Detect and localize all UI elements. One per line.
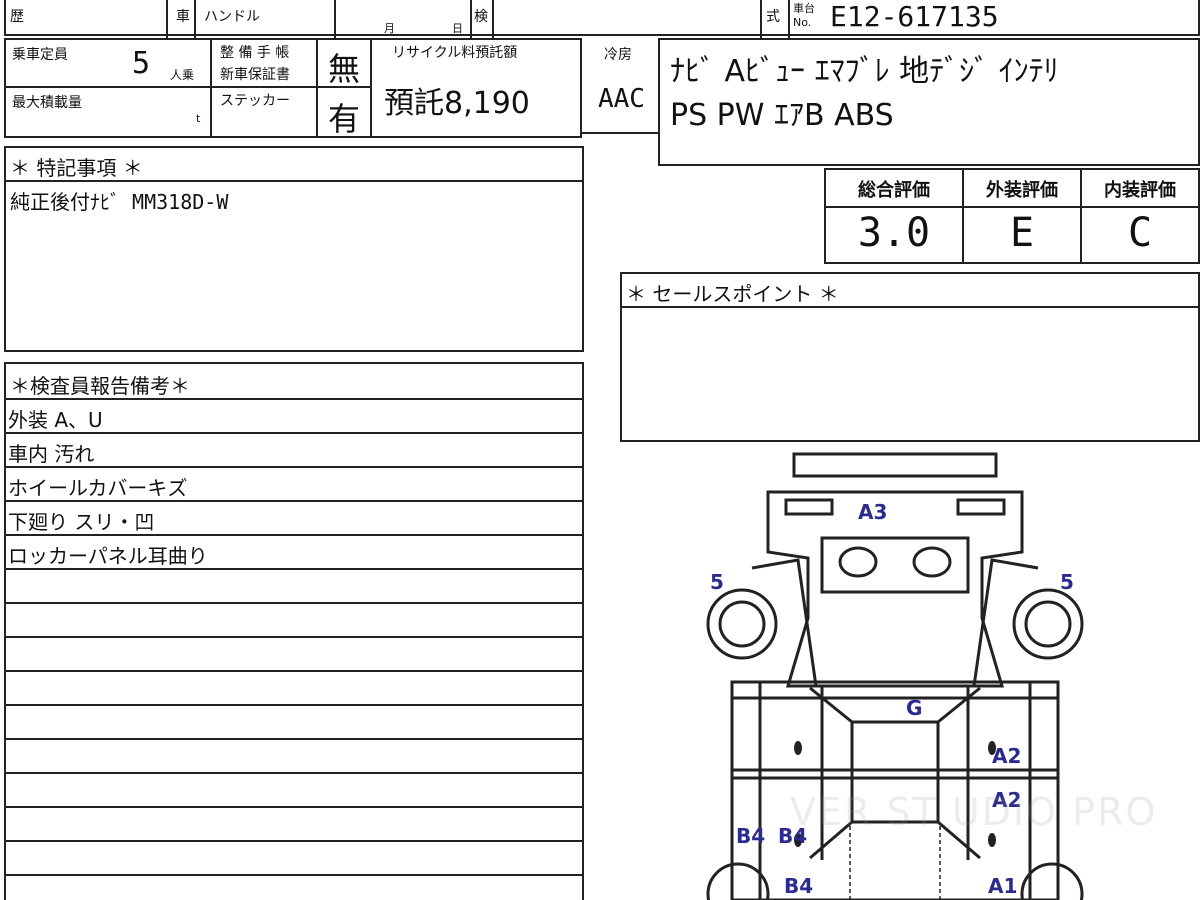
capacity-unit: 人乗	[170, 68, 195, 82]
handle-label: ハンドル	[204, 9, 260, 25]
damage-label-left-5: 5	[710, 570, 724, 594]
damage-label-a3: A3	[858, 500, 888, 524]
exterior-grade-value: E	[1009, 210, 1035, 256]
divider	[4, 86, 316, 88]
exterior-grade-label: 外装評価	[986, 180, 1058, 201]
ruled-line	[4, 738, 584, 740]
ruled-line	[4, 704, 584, 706]
aircon-value: AAC	[598, 84, 645, 114]
interior-grade-label: 内装評価	[1104, 180, 1176, 201]
front-left-wheel	[706, 588, 778, 660]
inspector-report-heading: ＊検査員報告備考＊	[10, 374, 190, 398]
ruled-line	[4, 840, 584, 842]
max-load-label: 最大積載量	[12, 95, 82, 111]
divider	[194, 0, 196, 38]
divider	[824, 206, 1200, 208]
chassis-number: E12-617135	[830, 0, 999, 33]
report-row: 外装 A、U	[8, 408, 103, 432]
sticker-label: ステッカー	[220, 93, 290, 109]
divider	[370, 38, 372, 138]
right-fender	[972, 558, 1039, 687]
vehicle-label: 車	[176, 9, 190, 25]
recycle-value: 預託8,190	[384, 86, 530, 121]
headlight-right	[956, 498, 1006, 516]
emblem-left	[838, 546, 878, 578]
chassis-label-bottom: No.	[793, 16, 812, 29]
report-row: ロッカーパネル耳曲り	[8, 544, 208, 568]
divider	[470, 0, 472, 38]
sticker-value: 有	[328, 100, 361, 138]
divider	[760, 0, 762, 38]
front-bumper-shape	[792, 452, 998, 478]
overall-grade-label: 総合評価	[858, 180, 930, 201]
recycle-label: リサイクル料預託額	[392, 45, 518, 61]
service-book-label-1: 整 備 手 帳	[220, 45, 290, 61]
divider	[788, 0, 790, 38]
inspection-label: 検	[474, 9, 488, 25]
ruled-line	[4, 636, 584, 638]
model-label: 式	[766, 9, 780, 25]
divider	[316, 38, 318, 138]
special-notes-heading: ＊ 特記事項 ＊	[10, 156, 143, 180]
headlight-left	[784, 498, 834, 516]
damage-label-b4-bottom: B4	[784, 874, 814, 898]
damage-label-right-5: 5	[1060, 570, 1074, 594]
door-handle-left	[794, 741, 802, 755]
equipment-line-2: PS PW ｴｱB ABS	[670, 98, 894, 133]
service-book-value: 無	[328, 50, 361, 88]
ruled-line	[4, 806, 584, 808]
ruled-line	[4, 670, 584, 672]
report-row: 車内 汚れ	[8, 442, 95, 466]
front-right-wheel	[1012, 588, 1084, 660]
history-label: 歴	[10, 9, 24, 25]
grille-shape	[820, 536, 970, 594]
damage-label-a2-upper: A2	[992, 744, 1022, 768]
divider	[334, 0, 336, 38]
door-handle-right-rear	[988, 833, 996, 847]
divider	[210, 38, 212, 138]
ruled-line	[4, 874, 584, 876]
equipment-line-1: ﾅﾋﾞ Aﾋﾞｭｰ ｴﾏﾌﾞﾚ 地ﾃﾞｼﾞ ｲﾝﾃﾘ	[670, 54, 1059, 89]
hood-shape	[766, 490, 1024, 688]
ruled-line	[4, 602, 584, 604]
interior-grade-value: C	[1127, 210, 1153, 256]
damage-label-g: G	[906, 696, 923, 720]
month-label: 月	[384, 22, 395, 35]
max-load-unit: t	[196, 112, 201, 125]
damage-label-a1: A1	[988, 874, 1018, 898]
sales-point-heading: ＊ セールスポイント ＊	[626, 282, 839, 306]
day-label: 日	[452, 22, 463, 35]
capacity-label: 乗車定員	[12, 47, 68, 63]
ruled-line	[4, 772, 584, 774]
special-notes-text: 純正後付ﾅﾋﾞ MM318D-W	[10, 190, 229, 214]
overall-grade-value: 3.0	[857, 210, 931, 256]
report-row: ホイールカバーキズ	[8, 476, 188, 500]
chassis-label-top: 車台	[793, 2, 815, 15]
divider	[492, 0, 494, 38]
report-row: 下廻り スリ・凹	[8, 510, 155, 534]
damage-label-b4-left: B4	[736, 824, 766, 848]
watermark: VER ST UDIO PRO	[790, 790, 1158, 834]
aircon-label: 冷房	[604, 47, 632, 63]
divider	[166, 0, 168, 38]
left-fender	[751, 558, 818, 687]
emblem-right	[912, 546, 952, 578]
capacity-value: 5	[132, 46, 151, 81]
service-book-label-2: 新車保証書	[220, 67, 290, 83]
